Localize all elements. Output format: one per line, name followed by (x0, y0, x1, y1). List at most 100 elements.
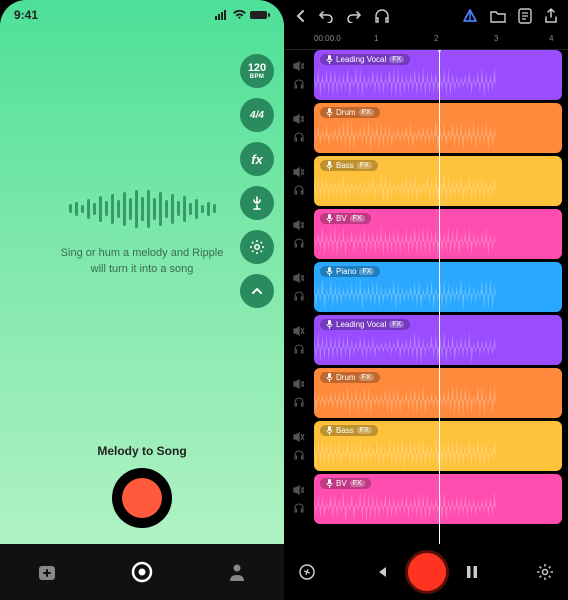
record-button[interactable] (112, 468, 172, 528)
nav-profile[interactable] (227, 562, 247, 582)
chevron-up-icon (250, 284, 264, 298)
clip-label: Drum FX (320, 372, 380, 383)
share-button[interactable] (544, 8, 558, 24)
loop-button[interactable] (298, 563, 316, 581)
audio-clip[interactable]: Leading Vocal FX (314, 50, 562, 100)
redo-button[interactable] (346, 9, 362, 23)
audio-clip[interactable]: Drum FX (314, 103, 562, 153)
audio-clip[interactable]: BV FX (314, 474, 562, 524)
top-bar-left (294, 9, 390, 23)
audio-clip[interactable]: Bass FX (314, 421, 562, 471)
solo-headphones-icon[interactable] (293, 184, 305, 196)
record-icon (122, 478, 162, 518)
clip-waveform (314, 436, 496, 471)
solo-headphones-icon[interactable] (293, 237, 305, 249)
redo-icon (346, 9, 362, 23)
top-bar-right (462, 8, 558, 24)
fx-badge: FX (359, 268, 374, 275)
fx-badge: FX (357, 427, 372, 434)
mute-icon[interactable] (293, 484, 305, 496)
track-controls (284, 368, 314, 418)
clip-label: Drum FX (320, 107, 380, 118)
mic-icon (326, 161, 333, 170)
solo-headphones-icon[interactable] (293, 78, 305, 90)
side-pills: 120 BPM 4/4 fx (240, 54, 274, 308)
ai-button[interactable] (462, 8, 478, 24)
top-bar (284, 0, 568, 32)
clip-waveform (314, 171, 496, 206)
track-row: Piano FX (284, 262, 568, 312)
mute-icon[interactable] (293, 219, 305, 231)
share-icon (544, 8, 558, 24)
audio-clip[interactable]: Drum FX (314, 368, 562, 418)
timesig-pill[interactable]: 4/4 (240, 98, 274, 132)
transport-record-button[interactable] (405, 550, 449, 594)
clip-label: Leading Vocal FX (320, 54, 410, 65)
playhead[interactable] (439, 50, 440, 544)
back-button[interactable] (294, 9, 306, 23)
clip-name: Leading Vocal (336, 55, 386, 64)
clip-waveform (314, 383, 496, 418)
solo-headphones-icon[interactable] (293, 502, 305, 514)
tuning-pill[interactable] (240, 186, 274, 220)
clip-waveform (314, 118, 496, 153)
audio-clip[interactable]: Piano FX (314, 262, 562, 312)
clip-name: Piano (336, 267, 356, 276)
clip-waveform (314, 277, 496, 312)
bpm-pill[interactable]: 120 BPM (240, 54, 274, 88)
audio-clip[interactable]: Leading Vocal FX (314, 315, 562, 365)
solo-headphones-icon[interactable] (293, 396, 305, 408)
solo-headphones-icon[interactable] (293, 449, 305, 461)
mute-icon[interactable] (293, 325, 305, 337)
monitor-button[interactable] (374, 9, 390, 23)
track-row: BV FX (284, 209, 568, 259)
mic-icon (326, 267, 333, 276)
transport-settings-button[interactable] (536, 563, 554, 581)
record-section: Melody to Song (0, 444, 284, 544)
mute-icon[interactable] (293, 60, 305, 72)
mute-icon[interactable] (293, 378, 305, 390)
mute-icon[interactable] (293, 431, 305, 443)
audio-clip[interactable]: BV FX (314, 209, 562, 259)
clip-waveform (314, 65, 496, 100)
status-bar: 9:41 (0, 0, 284, 22)
battery-icon (250, 10, 270, 20)
headphones-icon (374, 9, 390, 23)
chevron-left-icon (294, 9, 306, 23)
undo-button[interactable] (318, 9, 334, 23)
solo-headphones-icon[interactable] (293, 343, 305, 355)
solo-headphones-icon[interactable] (293, 131, 305, 143)
ruler-tick: 2 (434, 34, 438, 43)
add-icon (37, 562, 57, 582)
settings-pill[interactable] (240, 230, 274, 264)
track-controls (284, 474, 314, 524)
track-row: Bass FX (284, 156, 568, 206)
prev-button[interactable] (373, 564, 389, 580)
transport-left (298, 563, 316, 581)
editor-app: 00:00.0 1 2 3 4 Leading Vocal FX (284, 0, 568, 600)
mute-icon[interactable] (293, 166, 305, 178)
solo-headphones-icon[interactable] (293, 290, 305, 302)
mute-icon[interactable] (293, 272, 305, 284)
fx-pill[interactable]: fx (240, 142, 274, 176)
mute-icon[interactable] (293, 113, 305, 125)
ruler-tick: 1 (374, 34, 378, 43)
loop-icon (298, 563, 316, 581)
track-row: Leading Vocal FX (284, 315, 568, 365)
nav-add[interactable] (37, 562, 57, 582)
ruler-start: 00:00.0 (314, 34, 341, 43)
fx-badge: FX (350, 215, 365, 222)
save-button[interactable] (518, 8, 532, 24)
gear-icon (249, 239, 265, 255)
pause-button[interactable] (465, 564, 479, 580)
bottom-nav (0, 544, 284, 600)
audio-clip[interactable]: Bass FX (314, 156, 562, 206)
transport-center (373, 550, 479, 594)
hint-text: Sing or hum a melody and Ripple will tur… (61, 245, 224, 278)
fx-badge: FX (389, 321, 404, 328)
collapse-pill[interactable] (240, 274, 274, 308)
nav-record[interactable] (130, 560, 154, 584)
track-row: BV FX (284, 474, 568, 524)
folder-button[interactable] (490, 9, 506, 23)
timeline-ruler[interactable]: 00:00.0 1 2 3 4 (284, 32, 568, 50)
